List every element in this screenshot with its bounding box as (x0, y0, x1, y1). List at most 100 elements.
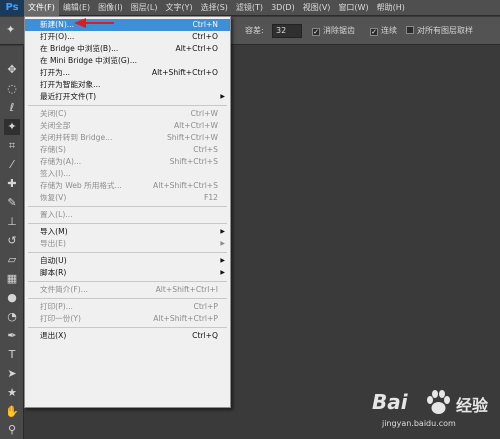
file-menu-item[interactable]: 存储为 Web 所用格式... Alt+Shift+Ctrl+S (25, 180, 230, 192)
tolerance-label: 容差: (245, 26, 264, 35)
file-menu-item[interactable]: 文件简介(F)... Alt+Shift+Ctrl+I (25, 284, 230, 296)
file-menu-item[interactable]: 关闭(C) Ctrl+W (25, 108, 230, 120)
contiguous-label: 连续 (381, 26, 397, 35)
menu-item-label: 打开(O)... (40, 32, 75, 41)
menu-item-label: 打开为智能对象... (40, 80, 101, 89)
menu-item-label: 存储为 Web 所用格式... (40, 181, 122, 190)
menu-item-label: 最近打开文件(T) (40, 92, 97, 101)
file-menu-item[interactable]: 在 Mini Bridge 中浏览(G)... (25, 55, 230, 67)
menu-item[interactable]: 帮助(H) (373, 0, 409, 16)
hand-tool-icon[interactable]: ✋ (4, 404, 20, 420)
anti-alias-checkbox[interactable]: ✓ 消除锯齿 (312, 25, 355, 36)
lasso-tool-icon[interactable]: ℓ (4, 100, 20, 116)
menu-item[interactable]: 文字(Y) (161, 0, 196, 16)
file-menu-item[interactable]: 脚本(R) ▶ (25, 267, 230, 279)
pen-tool-icon[interactable]: ✒ (4, 328, 20, 344)
menu-item[interactable]: 编辑(E) (59, 0, 94, 16)
file-menu-item[interactable]: 置入(L)... (25, 209, 230, 221)
menu-separator (28, 105, 227, 106)
crop-tool-icon[interactable]: ⌗ (4, 138, 20, 154)
menu-item[interactable]: 3D(D) (267, 0, 299, 16)
file-menu-item[interactable]: 在 Bridge 中浏览(B)... Alt+Ctrl+O (25, 43, 230, 55)
menu-item-shortcut: Ctrl+S (193, 145, 218, 154)
watermark: Bai 经验 jingyan.baidu.com (372, 388, 498, 436)
menu-item-label: 在 Bridge 中浏览(B)... (40, 44, 119, 53)
menu-item-label: 导入(M) (40, 227, 68, 236)
file-menu-item[interactable]: 打开为智能对象... (25, 79, 230, 91)
file-menu-item[interactable]: 存储为(A)... Shift+Ctrl+S (25, 156, 230, 168)
menu-item-label: 关闭全部 (40, 121, 71, 130)
file-menu-dropdown: 新建(N)... Ctrl+N 打开(O)... Ctrl+O 在 Bridge 中浏览… (24, 16, 231, 408)
menu-item-label: 文件简介(F)... (40, 285, 88, 294)
menu-item-shortcut: Alt+Shift+Ctrl+P (153, 314, 218, 323)
menu-item-label: 存储(S) (40, 145, 66, 154)
shape-tool-icon[interactable]: ★ (4, 385, 20, 401)
type-tool-icon[interactable]: T (4, 347, 20, 363)
path-selection-icon[interactable]: ➤ (4, 366, 20, 382)
brush-tool-icon[interactable]: ✎ (4, 195, 20, 211)
file-menu-item[interactable]: 关闭全部 Alt+Ctrl+W (25, 120, 230, 132)
menu-item-shortcut: F12 (203, 193, 218, 202)
file-menu-item[interactable]: 签入(I)... (25, 168, 230, 180)
tolerance-input[interactable]: 32 (272, 24, 302, 38)
file-menu-item[interactable]: 退出(X) Ctrl+Q (25, 330, 230, 342)
submenu-arrow-icon: ▶ (220, 257, 225, 264)
gradient-tool-icon[interactable]: ▦ (4, 271, 20, 287)
menu-item[interactable]: 选择(S) (197, 0, 232, 16)
menu-item-label: 置入(L)... (40, 210, 73, 219)
move-tool-icon[interactable]: ✥ (4, 62, 20, 78)
file-menu-item[interactable]: 打印(P)... Ctrl+P (25, 301, 230, 313)
stamp-tool-icon[interactable]: ⊥ (4, 214, 20, 230)
sample-all-layers-checkbox[interactable]: 对所有图层取样 (406, 25, 473, 36)
submenu-arrow-icon: ▶ (220, 269, 225, 276)
file-menu-item[interactable]: 自动(U) ▶ (25, 255, 230, 267)
contiguous-checkbox[interactable]: ✓ 连续 (370, 25, 397, 36)
submenu-arrow-icon: ▶ (220, 228, 225, 235)
menu-item-label: 打印(P)... (40, 302, 73, 311)
file-menu-item[interactable]: 存储(S) Ctrl+S (25, 144, 230, 156)
file-menu-item[interactable]: 打印一份(Y) Alt+Shift+Ctrl+P (25, 313, 230, 325)
file-menu-item[interactable]: 最近打开文件(T) ▶ (25, 91, 230, 103)
menu-item[interactable]: 图像(I) (94, 0, 127, 16)
menu-item[interactable]: 文件(F) (24, 0, 59, 16)
menu-item[interactable]: 图层(L) (127, 0, 162, 16)
menu-separator (28, 327, 227, 328)
menu-item-shortcut: Alt+Shift+Ctrl+S (153, 181, 218, 190)
file-menu-item[interactable]: 新建(N)... Ctrl+N (25, 19, 230, 31)
magic-wand-tool-icon[interactable]: ✦ (4, 119, 20, 135)
file-menu-item[interactable]: 关闭并转到 Bridge... Shift+Ctrl+W (25, 132, 230, 144)
zoom-tool-icon[interactable]: ⚲ (4, 422, 20, 438)
file-menu-item[interactable]: 恢复(V) F12 (25, 192, 230, 204)
sample-all-layers-label: 对所有图层取样 (417, 26, 473, 35)
menu-item-shortcut: Shift+Ctrl+W (166, 133, 218, 142)
menu-separator (28, 281, 227, 282)
menu-item-shortcut: Ctrl+W (190, 109, 218, 118)
file-menu-item[interactable]: 导出(E) ▶ (25, 238, 230, 250)
file-menu-item[interactable]: 打开(O)... Ctrl+O (25, 31, 230, 43)
checkmark-icon: ✓ (312, 28, 320, 36)
menu-item[interactable]: 滤镜(T) (232, 0, 267, 16)
marquee-tool-icon[interactable]: ◌ (4, 81, 20, 97)
healing-brush-icon[interactable]: ✚ (4, 176, 20, 192)
menu-item[interactable]: 窗口(W) (334, 0, 372, 16)
red-arrow-annotation-icon (74, 18, 114, 28)
menu-separator (28, 298, 227, 299)
blur-tool-icon[interactable]: ● (4, 290, 20, 306)
menu-item-label: 签入(I)... (40, 169, 71, 178)
menu-item-label: 新建(N)... (40, 20, 75, 29)
file-menu-item[interactable]: 导入(M) ▶ (25, 226, 230, 238)
tools-panel: ✥ ◌ ℓ ✦ ⌗ ⁄ ✚ ✎ ⊥ ↺ ▱ ▦ ● ◔ ✒ T ➤ ★ ✋ ⚲ (0, 46, 24, 439)
menu-item-shortcut: Ctrl+N (192, 20, 218, 29)
menu-item-shortcut: Ctrl+Q (192, 331, 218, 340)
menu-separator (28, 252, 227, 253)
menu-item[interactable]: 视图(V) (299, 0, 335, 16)
dodge-tool-icon[interactable]: ◔ (4, 309, 20, 325)
eyedropper-tool-icon[interactable]: ⁄ (4, 157, 20, 173)
file-menu-item[interactable]: 打开为... Alt+Shift+Ctrl+O (25, 67, 230, 79)
magic-wand-icon[interactable]: ✦ (6, 23, 22, 39)
history-brush-icon[interactable]: ↺ (4, 233, 20, 249)
eraser-tool-icon[interactable]: ▱ (4, 252, 20, 268)
menu-item-shortcut: Alt+Ctrl+O (175, 44, 219, 53)
watermark-url: jingyan.baidu.com (382, 419, 456, 428)
menu-bar: Ps 文件(F) 编辑(E) 图像(I) 图层(L) 文字(Y) 选择(S) 滤镜(T) 3D… (0, 0, 500, 16)
